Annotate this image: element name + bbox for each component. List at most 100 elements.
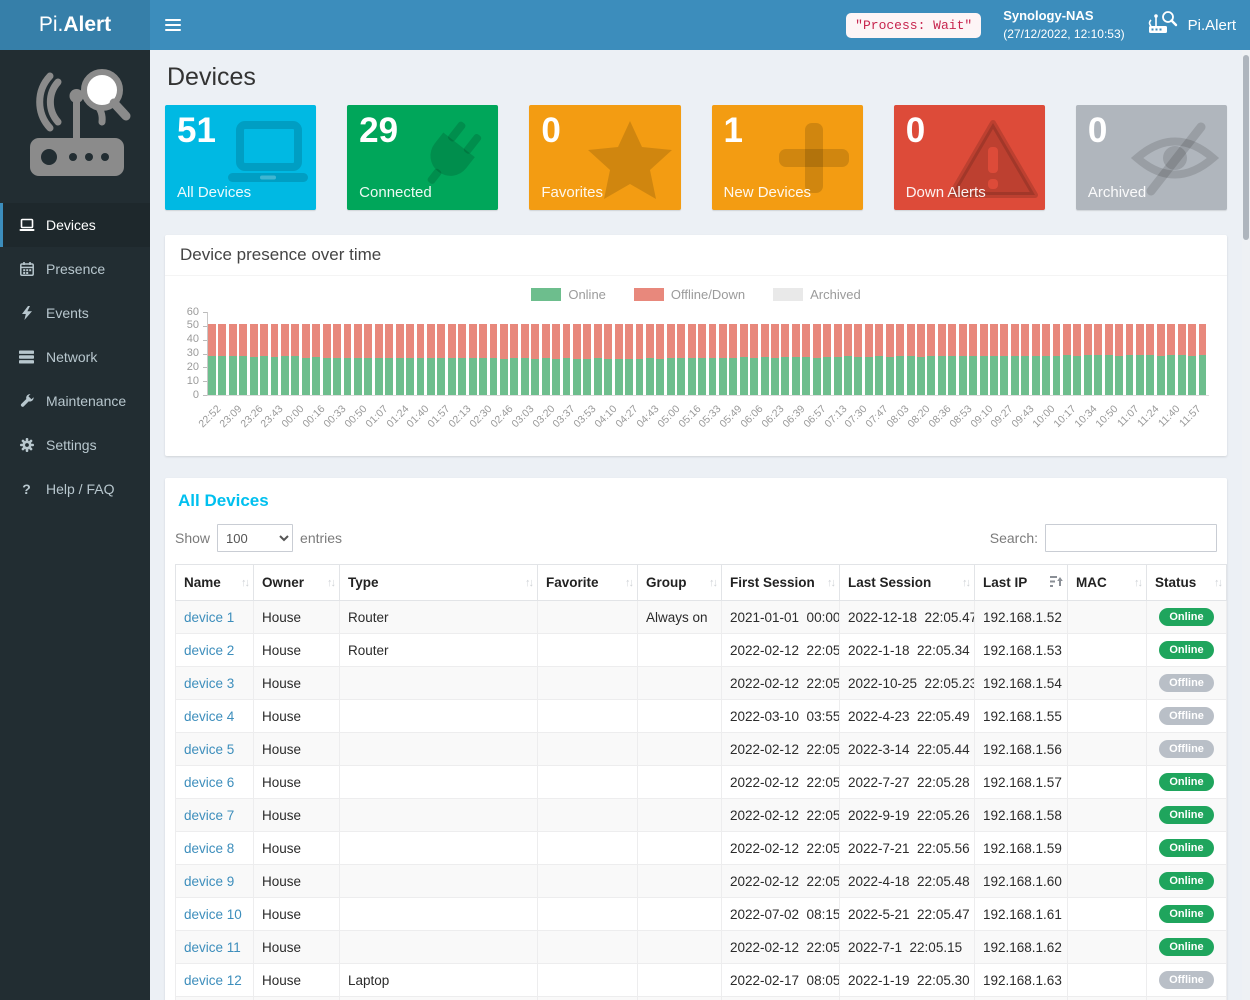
device-link[interactable]: device 6 xyxy=(184,775,234,790)
navbar-brand[interactable]: Pi.Alert xyxy=(1147,10,1236,40)
pialert-logo xyxy=(0,50,150,199)
device-link[interactable]: device 4 xyxy=(184,709,234,724)
stat-cards-row: 51 All Devices 29 Connected 0 Favorites … xyxy=(165,105,1227,210)
card-value: 1 xyxy=(724,111,863,151)
scrollbar-thumb[interactable] xyxy=(1243,55,1249,240)
bar-online xyxy=(510,358,518,395)
bar-offline xyxy=(531,324,539,359)
bar-offline xyxy=(250,324,258,357)
sidebar-item-maintenance[interactable]: Maintenance xyxy=(0,379,150,423)
cell-favorite xyxy=(538,634,638,667)
sidebar-item-help[interactable]: ? Help / FAQ xyxy=(0,467,150,511)
chart-panel-title: Device presence over time xyxy=(165,235,1227,276)
page-scrollbar[interactable] xyxy=(1242,50,1250,1000)
column-header-last-ip[interactable]: Last IP xyxy=(975,565,1068,601)
status-badge: Online xyxy=(1159,872,1214,890)
device-link[interactable]: device 11 xyxy=(184,940,241,955)
column-header-status[interactable]: Status↑↓ xyxy=(1147,565,1227,601)
cell-mac xyxy=(1068,601,1147,634)
cell-type xyxy=(340,898,538,931)
bar-offline xyxy=(594,324,602,358)
sort-icon: ↑↓ xyxy=(241,577,248,589)
cell-status: Online xyxy=(1147,898,1227,931)
card-value: 51 xyxy=(177,111,316,151)
bar-online xyxy=(260,356,268,395)
bar-online xyxy=(427,358,435,395)
legend-item[interactable]: Archived xyxy=(773,287,861,302)
cell-mac xyxy=(1068,700,1147,733)
bar-online xyxy=(854,357,862,395)
column-header-group[interactable]: Group↑↓ xyxy=(638,565,722,601)
column-header-owner[interactable]: Owner↑↓ xyxy=(254,565,340,601)
bar-online xyxy=(1000,356,1008,395)
cell-type xyxy=(340,832,538,865)
column-header-mac[interactable]: MAC↑↓ xyxy=(1068,565,1147,601)
sidebar-item-presence[interactable]: Presence xyxy=(0,247,150,291)
cell-favorite xyxy=(538,898,638,931)
cell-name: device 6 xyxy=(176,766,254,799)
cell-favorite xyxy=(538,997,638,1000)
bar-online xyxy=(312,357,320,395)
device-link[interactable]: device 7 xyxy=(184,808,234,823)
sidebar-item-network[interactable]: Network xyxy=(0,335,150,379)
sort-active-icon xyxy=(1050,575,1063,591)
card-down-alerts[interactable]: 0 Down Alerts xyxy=(894,105,1045,210)
cell-mac xyxy=(1068,634,1147,667)
device-link[interactable]: device 3 xyxy=(184,676,234,691)
bar-offline xyxy=(792,324,800,357)
bar-online xyxy=(907,356,915,395)
bar-offline xyxy=(208,324,216,356)
page-length-select[interactable]: 100 xyxy=(217,524,293,552)
cell-name: device 2 xyxy=(176,634,254,667)
card-connected[interactable]: 29 Connected xyxy=(347,105,498,210)
bar-online xyxy=(844,356,852,395)
cell-owner: House xyxy=(254,667,340,700)
bar-offline xyxy=(854,324,862,357)
bar-offline xyxy=(500,324,508,359)
device-link[interactable]: device 12 xyxy=(184,973,242,988)
device-link[interactable]: device 5 xyxy=(184,742,234,757)
sidebar-item-events[interactable]: Events xyxy=(0,291,150,335)
column-header-type[interactable]: Type↑↓ xyxy=(340,565,538,601)
legend-item[interactable]: Offline/Down xyxy=(634,287,745,302)
sidebar-toggle-button[interactable] xyxy=(150,0,196,50)
column-header-favorite[interactable]: Favorite↑↓ xyxy=(538,565,638,601)
bar-online xyxy=(239,356,247,395)
bar-offline xyxy=(771,324,779,357)
cell-group xyxy=(638,700,722,733)
bar-offline xyxy=(385,324,393,357)
device-link[interactable]: device 8 xyxy=(184,841,234,856)
legend-item[interactable]: Online xyxy=(531,287,606,302)
sidebar-item-settings[interactable]: Settings xyxy=(0,423,150,467)
bar-offline xyxy=(406,324,414,357)
app-logo[interactable]: Pi.Alert xyxy=(0,0,150,50)
cell-first-session: 2021-01-01 00:00 xyxy=(722,601,840,634)
bar-online xyxy=(1167,355,1175,395)
bar-online xyxy=(865,357,873,395)
card-favorites[interactable]: 0 Favorites xyxy=(529,105,680,210)
cell-name: device 1 xyxy=(176,601,254,634)
bar-offline xyxy=(1042,324,1050,355)
device-link[interactable]: device 1 xyxy=(184,610,234,625)
device-link[interactable]: device 10 xyxy=(184,907,242,922)
sidebar-item-devices[interactable]: Devices xyxy=(0,203,150,247)
cell-group xyxy=(638,997,722,1000)
column-header-first-session[interactable]: First Session↑↓ xyxy=(722,565,840,601)
bar-offline xyxy=(709,324,717,357)
bar-offline xyxy=(469,324,477,358)
bar-offline xyxy=(333,324,341,357)
card-new-devices[interactable]: 1 New Devices xyxy=(712,105,863,210)
column-header-name[interactable]: Name↑↓ xyxy=(176,565,254,601)
bar-offline xyxy=(750,324,758,357)
calendar-icon xyxy=(18,262,35,276)
column-header-last-session[interactable]: Last Session↑↓ xyxy=(840,565,975,601)
search-input[interactable] xyxy=(1045,524,1217,552)
card-all-devices[interactable]: 51 All Devices xyxy=(165,105,316,210)
main-content: Devices 51 All Devices 29 Connected 0 Fa… xyxy=(150,50,1242,1000)
bar-offline xyxy=(865,324,873,357)
device-link[interactable]: device 2 xyxy=(184,643,234,658)
card-archived[interactable]: 0 Archived xyxy=(1076,105,1227,210)
sort-icon: ↑↓ xyxy=(327,577,334,589)
status-badge: Online xyxy=(1159,773,1214,791)
device-link[interactable]: device 9 xyxy=(184,874,234,889)
